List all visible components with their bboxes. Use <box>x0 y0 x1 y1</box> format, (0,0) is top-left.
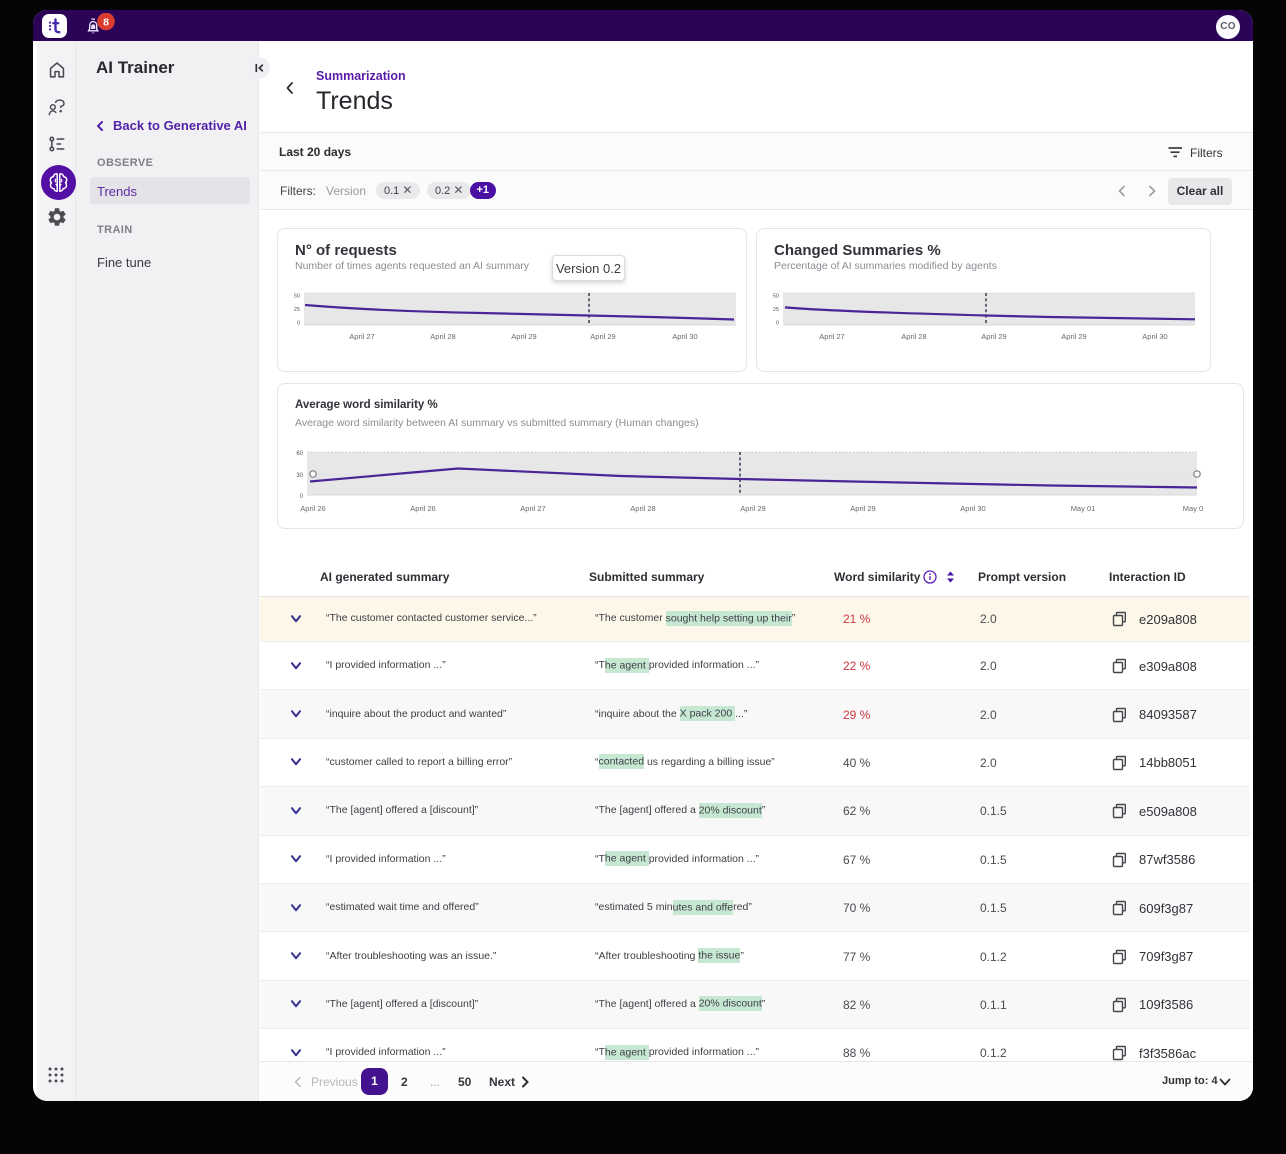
svg-text:8: 8 <box>103 16 109 28</box>
svg-text:25: 25 <box>294 307 300 313</box>
svg-text:April 29: April 29 <box>511 332 536 341</box>
svg-text:50: 50 <box>773 294 779 300</box>
svg-text:April 27: April 27 <box>819 332 844 341</box>
svg-text:April 30: April 30 <box>672 332 697 341</box>
svg-text:April 28: April 28 <box>630 504 655 513</box>
svg-text:April 28: April 28 <box>430 332 455 341</box>
svg-text:April 30: April 30 <box>1142 332 1167 341</box>
svg-text:April 29: April 29 <box>590 332 615 341</box>
svg-text:25: 25 <box>773 307 779 313</box>
svg-text:April 26: April 26 <box>410 504 435 513</box>
svg-text:30: 30 <box>296 473 303 479</box>
svg-text:April 30: April 30 <box>960 504 985 513</box>
svg-text:April 28: April 28 <box>901 332 926 341</box>
svg-text:0: 0 <box>300 494 304 500</box>
svg-text:May 0: May 0 <box>1183 504 1203 513</box>
svg-text:50: 50 <box>294 294 300 300</box>
svg-text:May 01: May 01 <box>1071 504 1096 513</box>
svg-text:0: 0 <box>776 321 779 327</box>
svg-text:April 26: April 26 <box>300 504 325 513</box>
svg-text:April 27: April 27 <box>349 332 374 341</box>
svg-text:April 29: April 29 <box>850 504 875 513</box>
svg-text:0: 0 <box>297 321 300 327</box>
svg-text:60: 60 <box>296 451 303 457</box>
svg-text:April 29: April 29 <box>740 504 765 513</box>
svg-text:April 29: April 29 <box>1061 332 1086 341</box>
svg-text:April 29: April 29 <box>981 332 1006 341</box>
svg-text:April 27: April 27 <box>520 504 545 513</box>
